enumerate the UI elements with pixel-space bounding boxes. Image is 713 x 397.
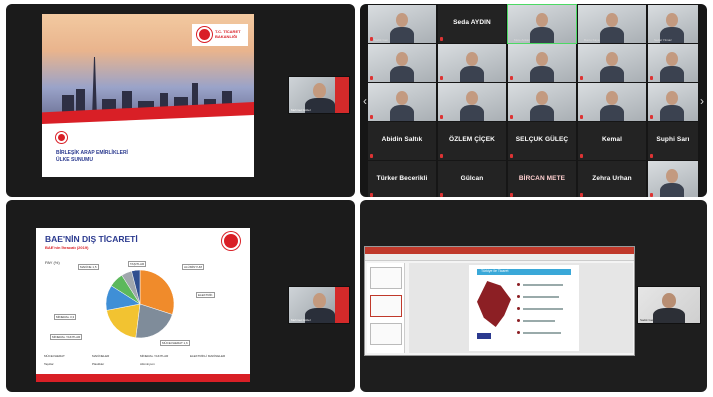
video-tile-gallery[interactable]: ‹ › Sadık Gen Seda AYDIN Mete Arıkan Bur… <box>360 4 707 197</box>
app-title-bar <box>365 247 634 254</box>
slide-title: BAE'NİN DIŞ TİCARETİ <box>45 234 138 244</box>
shared-screen-powerpoint: Türkiye ile Ticaret <box>364 246 635 356</box>
participant-video[interactable] <box>508 83 576 121</box>
participant-name: Türker Becerikli <box>376 175 428 182</box>
participant-video[interactable]: Sedat Yılmaz <box>648 5 698 43</box>
participant-name: Kemal <box>601 136 622 143</box>
participant-video[interactable] <box>648 44 698 82</box>
participant-tile[interactable]: Zehra Urhan <box>578 161 646 197</box>
participant-name: Suphi Sarı <box>656 136 690 143</box>
participant-name: Gülcan <box>460 175 484 182</box>
legend-item: Taşıtlar <box>44 362 54 366</box>
participant-name: Seda AYDIN <box>453 19 491 26</box>
legend-item: MAKİNELER <box>92 354 110 358</box>
participant-video[interactable] <box>368 83 436 121</box>
participant-tile[interactable]: Gülcan <box>438 161 506 197</box>
legend-item: MÜCEVHERAT <box>44 354 65 358</box>
participant-video[interactable]: Sadık Gen <box>368 5 436 43</box>
legend-item: MİNERAL YAKITLAR <box>140 354 169 358</box>
participant-camera[interactable]: Sadık Gen <box>637 286 701 324</box>
shared-slide-trade: BAE'NİN DIŞ TİCARETİ BAE'nin İhracatı (2… <box>36 228 250 382</box>
participant-tile[interactable]: Türker Becerikli <box>368 161 436 197</box>
participant-video[interactable] <box>648 161 698 197</box>
participant-name: SELÇUK GÜLEÇ <box>515 136 569 143</box>
participant-video[interactable] <box>368 44 436 82</box>
participant-video[interactable] <box>438 44 506 82</box>
participant-tile[interactable]: BİRCAN METE <box>508 161 576 197</box>
pie-label: ELEKTRİK <box>196 292 215 298</box>
slide-footer-band <box>36 374 250 382</box>
map-shape <box>477 281 511 327</box>
participant-tile[interactable]: SELÇUK GÜLEÇ <box>508 122 576 160</box>
participant-name: Mehmet Güzel <box>291 318 311 322</box>
pie-label: MAKİNE 1,5 <box>78 264 99 270</box>
ministry-seal-icon-small <box>56 132 67 143</box>
participant-name: Zehra Urhan <box>592 175 632 182</box>
shared-slide-cover: T.C. TİCARET BAKANLIĞI BİRLEŞİK ARAP EMİR… <box>42 14 254 177</box>
pie-label: MİNERAL YAKITLAR <box>50 334 83 340</box>
ministry-seal-icon <box>222 232 240 250</box>
slide-subtitle: BAE'nin İhracatı (2019) <box>45 245 89 250</box>
participant-camera[interactable]: Mehmet Güzel <box>288 286 350 324</box>
participant-video-active-speaker[interactable]: Mete Arıkan <box>507 4 577 44</box>
participant-tile[interactable]: Seda AYDIN <box>438 5 506 43</box>
ministry-seal-icon <box>197 27 212 42</box>
participant-video[interactable] <box>648 83 698 121</box>
pie-label: TAŞITLAR <box>128 261 147 267</box>
slide-page: Türkiye ile Ticaret <box>469 265 579 351</box>
legend-item: Alüminyum <box>140 362 155 366</box>
app-ribbon <box>365 254 634 261</box>
participant-tile[interactable]: Kemal <box>578 122 646 160</box>
legend-item: Plastikler <box>92 362 105 366</box>
participant-video[interactable] <box>578 44 646 82</box>
participant-video[interactable]: Burcu Kaya <box>578 5 646 43</box>
participant-tile[interactable]: Abidin Saltık <box>368 122 436 160</box>
legend-item: ELEKTRİKLİ MAKİNELER <box>190 354 226 358</box>
slide-title: Türkiye ile Ticaret <box>481 269 509 273</box>
pie-label: ALÜMİNYUM <box>182 264 205 270</box>
video-tile-presentation-1[interactable]: T.C. TİCARET BAKANLIĞI BİRLEŞİK ARAP EMİR… <box>6 4 355 197</box>
video-tile-screen-share[interactable]: Türkiye ile Ticaret Sadık Gen <box>360 200 707 392</box>
participant-video[interactable] <box>508 44 576 82</box>
participant-name: BİRCAN METE <box>518 175 566 182</box>
next-page-icon[interactable]: › <box>697 94 707 108</box>
participant-tile[interactable]: Suphi Sarı <box>648 122 698 160</box>
participant-name: ÖZLEM ÇİÇEK <box>449 136 495 143</box>
pie-label: MİNERAL 3,3 <box>54 314 77 320</box>
slide-canvas: Türkiye ile Ticaret <box>409 263 633 353</box>
participant-camera[interactable]: Mehmet Güzel <box>288 76 350 114</box>
participant-video[interactable] <box>578 83 646 121</box>
participant-name: Abidin Saltık <box>381 136 423 143</box>
participant-name: Sadık Gen <box>640 318 655 322</box>
slide-title: BİRLEŞİK ARAP EMİRLİKLERİ ÜLKE SUNUMU <box>56 150 128 163</box>
video-tile-presentation-2[interactable]: BAE'NİN DIŞ TİCARETİ BAE'nin İhracatı (2… <box>6 200 355 392</box>
participant-video[interactable] <box>438 83 506 121</box>
participant-tile[interactable]: ÖZLEM ÇİÇEK <box>438 122 506 160</box>
pie-label: MÜCEVHERAT 1,6 <box>160 340 190 346</box>
slide-thumbnails <box>367 263 405 353</box>
ministry-name: T.C. TİCARET BAKANLIĞI <box>215 29 241 39</box>
participant-name: Mehmet Güzel <box>291 108 311 112</box>
